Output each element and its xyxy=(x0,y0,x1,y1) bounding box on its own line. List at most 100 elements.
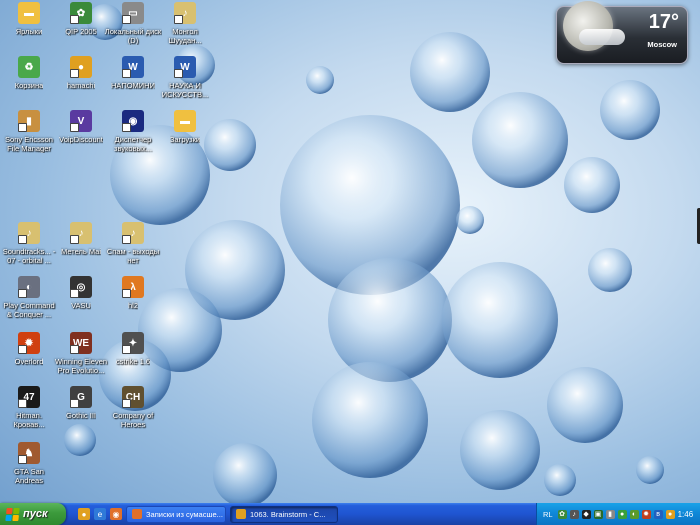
zagruzki-icon: ▬ xyxy=(174,110,196,132)
desktop-icon-zagruzki[interactable]: ▬ Загрузки xyxy=(156,110,214,144)
overlord-icon: ✹ xyxy=(18,332,40,354)
napominanie-icon: W xyxy=(122,56,144,78)
desktop-icon-label: Soundtracks... - 07 - orbital ... xyxy=(2,247,56,265)
task-app-icon xyxy=(132,509,142,519)
local-disk-d-icon: ▭ xyxy=(122,2,144,24)
desktop-icon-label: GTA San Andreas xyxy=(14,467,44,485)
desktop-icon-hitman[interactable]: 47 Hitman. Кровав... xyxy=(0,386,58,429)
desktop-icon-label: Hitman. Кровав... xyxy=(13,411,45,429)
desktop-icon-label: Спам - выходы нет xyxy=(106,247,160,265)
desktop-icon-label: VASU xyxy=(71,301,91,310)
desktop-icon-soundtracks[interactable]: ♪ Soundtracks... - 07 - orbital ... xyxy=(0,222,58,265)
language-indicator[interactable]: RL xyxy=(543,510,553,519)
weather-widget[interactable]: 17° Moscow xyxy=(556,1,688,64)
mongol-icon: ♪ xyxy=(174,2,196,24)
weather-city: Moscow xyxy=(647,40,677,49)
gothic-icon: G xyxy=(70,386,92,408)
desktop-icon-label: Локальный диск (D) xyxy=(104,27,162,45)
recycle-icon: ♻ xyxy=(18,56,40,78)
desktop-icon-sonyericsson[interactable]: ▮ Sony Ericsson File Manager xyxy=(0,110,58,153)
tray-app-icon[interactable]: ✹ xyxy=(641,509,651,519)
tray-shield-icon[interactable]: ◆ xyxy=(581,509,591,519)
desktop-icon-mongol[interactable]: ♪ Монгол Шуудан... xyxy=(156,2,214,45)
tray-antivirus-icon[interactable]: ● xyxy=(617,509,627,519)
hamachi-icon: ● xyxy=(70,56,92,78)
tray-hamachi-icon[interactable]: ● xyxy=(665,509,675,519)
tray-network-icon[interactable]: ▣ xyxy=(593,509,603,519)
windows-flag-icon xyxy=(5,507,20,521)
gta-icon: ♞ xyxy=(18,442,40,464)
desktop-icon-label: Диспетчер звуковых... xyxy=(114,135,152,153)
desktop-icon-label: Overlord xyxy=(14,357,44,366)
hitman-icon: 47 xyxy=(18,386,40,408)
qip-icon: ✿ xyxy=(70,2,92,24)
company-heroes-icon: CH xyxy=(122,386,144,408)
desktop-icon-qip[interactable]: ✿ QIP 2005 xyxy=(52,2,110,36)
desktop-icon-hamachi[interactable]: ● hamachi xyxy=(52,56,110,90)
desktop-icon-winning-eleven[interactable]: WE Winning Eleven Pro Evolutio... xyxy=(52,332,110,375)
desktop-icon-label: Sony Ericsson File Manager xyxy=(5,135,53,153)
winning-eleven-icon: WE xyxy=(70,332,92,354)
desktop-icon-gothic[interactable]: G Gothic III xyxy=(52,386,110,420)
tray-clock: 1:46 xyxy=(677,509,694,519)
taskbar: пуск ● e ◉ Записки из сумасше... 1063. Br… xyxy=(0,503,700,525)
desktop-icon-recycle[interactable]: ♻ Корзина xyxy=(0,56,58,90)
quick-launch: ● e ◉ xyxy=(78,508,122,520)
desktop-icon-spiski[interactable]: ♪ Спам - выходы нет xyxy=(104,222,162,265)
desktop-icon-nauka[interactable]: W НАУКА И ИСКУССТВ... xyxy=(156,56,214,99)
start-button[interactable]: пуск xyxy=(0,503,66,525)
task-label: 1063. Brainstorm - C... xyxy=(250,509,326,519)
desktop-icon-playcommand[interactable]: ◐ Play Command & Conquer ... xyxy=(0,276,58,319)
desktop-icon-dispatcher[interactable]: ◉ Диспетчер звуковых... xyxy=(104,110,162,153)
desktop-icon-label: QIP 2005 xyxy=(65,27,97,36)
yarlyki-icon: ▬ xyxy=(18,2,40,24)
desktop-icon-local-disk-d[interactable]: ▭ Локальный диск (D) xyxy=(104,2,162,45)
tray-update-icon[interactable]: ◐ xyxy=(629,509,639,519)
quick-launch-ie-icon[interactable]: e xyxy=(94,508,106,520)
desktop-icon-label: Корзина xyxy=(14,81,44,90)
metelno-icon: ♪ xyxy=(70,222,92,244)
desktop-icon-label: Загрузки xyxy=(169,135,201,144)
desktop-icon-label: Ярлыки xyxy=(15,27,43,36)
desktop-icon-metelno[interactable]: ♪ Метель Mai xyxy=(52,222,110,256)
sonyericsson-icon: ▮ xyxy=(18,110,40,132)
tray-bluetooth-icon[interactable]: ʙ xyxy=(653,509,663,519)
desktop-icon-napominanie[interactable]: W НАПОМИНИ xyxy=(104,56,162,90)
desktop-icon-cstrike[interactable]: ✦ cstrike 1.6 xyxy=(104,332,162,366)
cstrike-icon: ✦ xyxy=(122,332,144,354)
tray-speaker-icon[interactable]: ♪ xyxy=(569,509,579,519)
taskbar-button-1[interactable]: 1063. Brainstorm - C... xyxy=(230,505,338,523)
system-tray: RL ✿ ♪ ◆ ▣ ▮ ● ◐ ✹ ʙ ● 1:46 xyxy=(536,503,700,525)
desktop-icon-label: Winning Eleven Pro Evolutio... xyxy=(54,357,108,375)
desktop-icon-vasu[interactable]: ◎ VASU xyxy=(52,276,110,310)
cloud-icon xyxy=(579,29,625,45)
desktop-icon-company-heroes[interactable]: CH Company of Heroes xyxy=(104,386,162,429)
desktop-icon-label: Монгол Шуудан... xyxy=(168,27,202,45)
tray-device-icon[interactable]: ▮ xyxy=(605,509,615,519)
vasu-icon: ◎ xyxy=(70,276,92,298)
tray-qip-icon[interactable]: ✿ xyxy=(557,509,567,519)
desktop-icon-gta[interactable]: ♞ GTA San Andreas xyxy=(0,442,58,485)
desktop-icon-voipdiscount[interactable]: V VoipDiscount xyxy=(52,110,110,144)
task-list: Записки из сумасше... 1063. Brainstorm - … xyxy=(122,505,338,523)
desktop-icon-overlord[interactable]: ✹ Overlord xyxy=(0,332,58,366)
taskbar-button-0[interactable]: Записки из сумасше... xyxy=(126,505,226,523)
desktop-icon-label: Gothic III xyxy=(65,411,96,420)
desktop-icon-label: НАУКА И ИСКУССТВ... xyxy=(161,81,209,99)
desktop-icon-label: Метель Mai xyxy=(61,247,101,256)
desktop-icon-label: cstrike 1.6 xyxy=(115,357,151,366)
playcommand-icon: ◐ xyxy=(18,276,40,298)
quick-launch-app-icon[interactable]: ● xyxy=(78,508,90,520)
desktop-icon-label: Company of Heroes xyxy=(112,411,154,429)
spiski-icon: ♪ xyxy=(122,222,144,244)
hl2-icon: λ xyxy=(122,276,144,298)
start-label: пуск xyxy=(23,508,48,520)
desktop-icon-label: hamachi xyxy=(66,81,96,90)
soundtracks-icon: ♪ xyxy=(18,222,40,244)
desktop-icon-label: hl2 xyxy=(127,301,138,310)
quick-launch-firefox-icon[interactable]: ◉ xyxy=(110,508,122,520)
desktop-icon-yarlyki[interactable]: ▬ Ярлыки xyxy=(0,2,58,36)
desktop-icon-hl2[interactable]: λ hl2 xyxy=(104,276,162,310)
nauka-icon: W xyxy=(174,56,196,78)
desktop-icon-label: НАПОМИНИ xyxy=(110,81,155,90)
